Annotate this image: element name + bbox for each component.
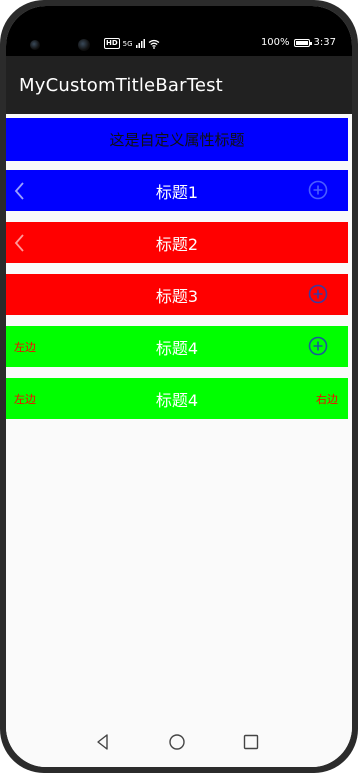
title-bar-title: 标题4 bbox=[155, 338, 199, 358]
title-bar-5: 左边 标题4 右边 bbox=[6, 378, 348, 419]
back-triangle-icon[interactable] bbox=[94, 733, 112, 751]
app-title: MyCustomTitleBarTest bbox=[19, 75, 223, 96]
battery-percent: 100% bbox=[260, 37, 290, 48]
phone-frame: HD 5G 100% 3:37 MyCustomTitleBarTest 这是自… bbox=[0, 0, 358, 773]
title-bar-4: 左边 标题4 bbox=[6, 326, 348, 367]
navigation-bar bbox=[6, 717, 352, 767]
hd-badge: HD bbox=[104, 38, 120, 49]
app-bar: MyCustomTitleBarTest bbox=[6, 56, 352, 114]
title-bar-1: 标题1 bbox=[6, 170, 348, 211]
content-area: 这是自定义属性标题 标题1 标题2 标题3 左边 标题4 左边 标题4 右边 bbox=[6, 114, 352, 714]
title-bar-title: 标题1 bbox=[155, 182, 199, 202]
signal-icon bbox=[135, 39, 145, 48]
title-bar-3: 标题3 bbox=[6, 274, 348, 315]
screen: HD 5G 100% 3:37 MyCustomTitleBarTest 这是自… bbox=[6, 6, 352, 767]
title-bar-title: 标题3 bbox=[155, 286, 199, 306]
right-text-button[interactable]: 右边 bbox=[316, 378, 338, 419]
status-bar: HD 5G 100% 3:37 bbox=[6, 6, 352, 56]
phone-bezel: HD 5G 100% 3:37 MyCustomTitleBarTest 这是自… bbox=[6, 6, 352, 767]
title-bar-2: 标题2 bbox=[6, 222, 348, 263]
plus-circle-icon[interactable] bbox=[308, 336, 328, 356]
signal-text: 5G bbox=[122, 39, 133, 48]
recents-square-icon[interactable] bbox=[242, 733, 260, 751]
plus-circle-icon[interactable] bbox=[308, 180, 328, 200]
status-right: 100% 3:37 bbox=[261, 37, 336, 48]
status-network: HD 5G bbox=[104, 38, 160, 49]
camera-icon bbox=[30, 40, 40, 50]
front-camera-icon bbox=[78, 39, 90, 51]
wifi-icon bbox=[148, 39, 159, 49]
title-bar-title: 标题4 bbox=[155, 390, 199, 410]
title-bar-title: 标题2 bbox=[155, 234, 199, 254]
custom-attribute-header: 这是自定义属性标题 bbox=[6, 118, 348, 161]
home-circle-icon[interactable] bbox=[168, 733, 186, 751]
plus-circle-icon[interactable] bbox=[308, 284, 328, 304]
status-time: 3:37 bbox=[313, 37, 336, 48]
battery-icon bbox=[293, 38, 312, 47]
